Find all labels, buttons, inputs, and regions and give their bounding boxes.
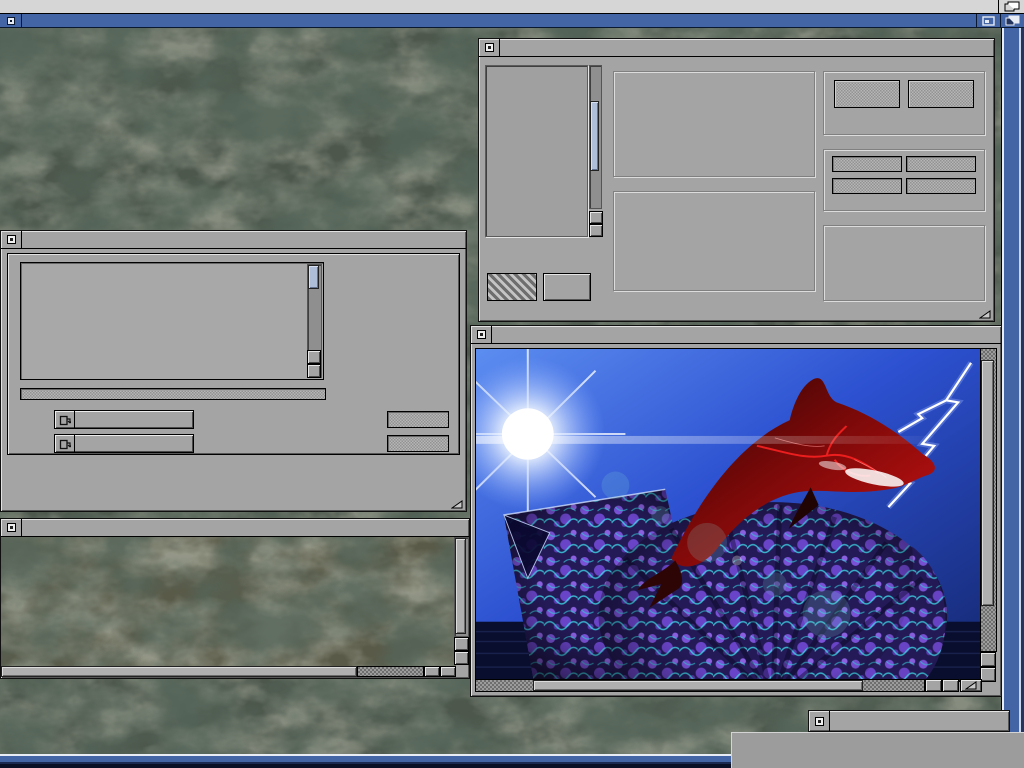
- default-fonts-group: [613, 191, 815, 291]
- close-icon[interactable]: [1, 231, 22, 248]
- scroll-right-icon[interactable]: [942, 679, 959, 692]
- screen-depth-icon[interactable]: [998, 0, 1024, 13]
- screen-menubar: [0, 0, 1024, 14]
- image-viewer-window: [470, 325, 1002, 697]
- scroll-up-icon[interactable]: [589, 211, 603, 224]
- image-canvas: [475, 348, 982, 682]
- vmm-titlebar[interactable]: [1, 231, 466, 249]
- mui-list-scrollbar[interactable]: [589, 65, 602, 209]
- workbench-title: [22, 14, 976, 27]
- mui-preferences-window: [478, 38, 995, 322]
- mui-titlebar[interactable]: [479, 39, 994, 57]
- resize-icon[interactable]: [449, 498, 465, 510]
- iconify-icon[interactable]: [976, 14, 1000, 27]
- system-drawer-window: [0, 518, 470, 679]
- scroll-down-icon[interactable]: [454, 651, 469, 665]
- spacing-group: [823, 149, 985, 211]
- close-icon[interactable]: [809, 711, 830, 731]
- frame-thickness-group: [823, 225, 985, 301]
- window-background-swatch[interactable]: [834, 80, 900, 109]
- memory-status-window: [808, 710, 1010, 732]
- min-nonpublic-field[interactable]: [387, 435, 449, 452]
- vmm-list-scrollbar[interactable]: [307, 264, 322, 378]
- mui-empty-swatch[interactable]: [543, 273, 591, 301]
- close-icon[interactable]: [471, 326, 492, 343]
- workbench-titlebar[interactable]: [0, 14, 1024, 28]
- tool-dock: [731, 732, 1024, 768]
- system-horizontal-scrollbar[interactable]: [1, 666, 456, 677]
- cycle-icon: [55, 435, 75, 452]
- desktop: [0, 28, 1024, 768]
- workbench-right-border: [1001, 28, 1024, 768]
- scroll-down-icon[interactable]: [307, 364, 321, 378]
- scroll-right-icon[interactable]: [440, 666, 456, 677]
- close-icon[interactable]: [0, 14, 22, 27]
- resize-icon[interactable]: [960, 679, 982, 692]
- vmm-window: [0, 230, 467, 512]
- scroll-left-icon[interactable]: [424, 666, 440, 677]
- system-titlebar[interactable]: [1, 519, 469, 537]
- scroll-left-icon[interactable]: [925, 679, 942, 692]
- spacing-left-field[interactable]: [832, 156, 902, 172]
- spacing-bottom-field[interactable]: [906, 178, 976, 194]
- vmm-task-list[interactable]: [20, 262, 324, 380]
- resize-icon[interactable]: [977, 308, 993, 320]
- code-cycle[interactable]: [54, 410, 194, 429]
- data-cycle[interactable]: [54, 434, 194, 453]
- vf-titlebar[interactable]: [809, 711, 1009, 731]
- window-title: [22, 231, 466, 248]
- image-titlebar[interactable]: [471, 326, 1001, 344]
- spacing-right-field[interactable]: [832, 178, 902, 194]
- requester-background-swatch[interactable]: [908, 80, 974, 109]
- image-horizontal-scrollbar[interactable]: [475, 679, 982, 692]
- vmm-gauge: [20, 388, 326, 400]
- window-title: [830, 711, 1009, 731]
- close-icon[interactable]: [479, 39, 500, 56]
- system-vertical-scrollbar[interactable]: [454, 537, 469, 665]
- cycle-icon: [55, 411, 75, 428]
- window-title: [500, 39, 994, 56]
- depth-icon[interactable]: [1000, 14, 1024, 27]
- min-public-field[interactable]: [387, 411, 449, 428]
- background-group: [823, 71, 985, 135]
- scroll-down-icon[interactable]: [980, 667, 996, 682]
- dolphin-artwork: [476, 349, 981, 681]
- spacing-top-field[interactable]: [906, 156, 976, 172]
- scroll-up-icon[interactable]: [454, 637, 469, 651]
- mui-pattern-swatch[interactable]: [487, 273, 537, 301]
- scroll-up-icon[interactable]: [307, 350, 321, 364]
- scroll-up-icon[interactable]: [980, 652, 996, 667]
- mui-category-list[interactable]: [485, 65, 588, 237]
- window-control-group: [613, 71, 815, 177]
- image-vertical-scrollbar[interactable]: [980, 348, 997, 682]
- window-title: [492, 326, 1001, 343]
- scroll-down-icon[interactable]: [589, 224, 603, 237]
- close-icon[interactable]: [1, 519, 22, 536]
- window-title: [22, 519, 469, 536]
